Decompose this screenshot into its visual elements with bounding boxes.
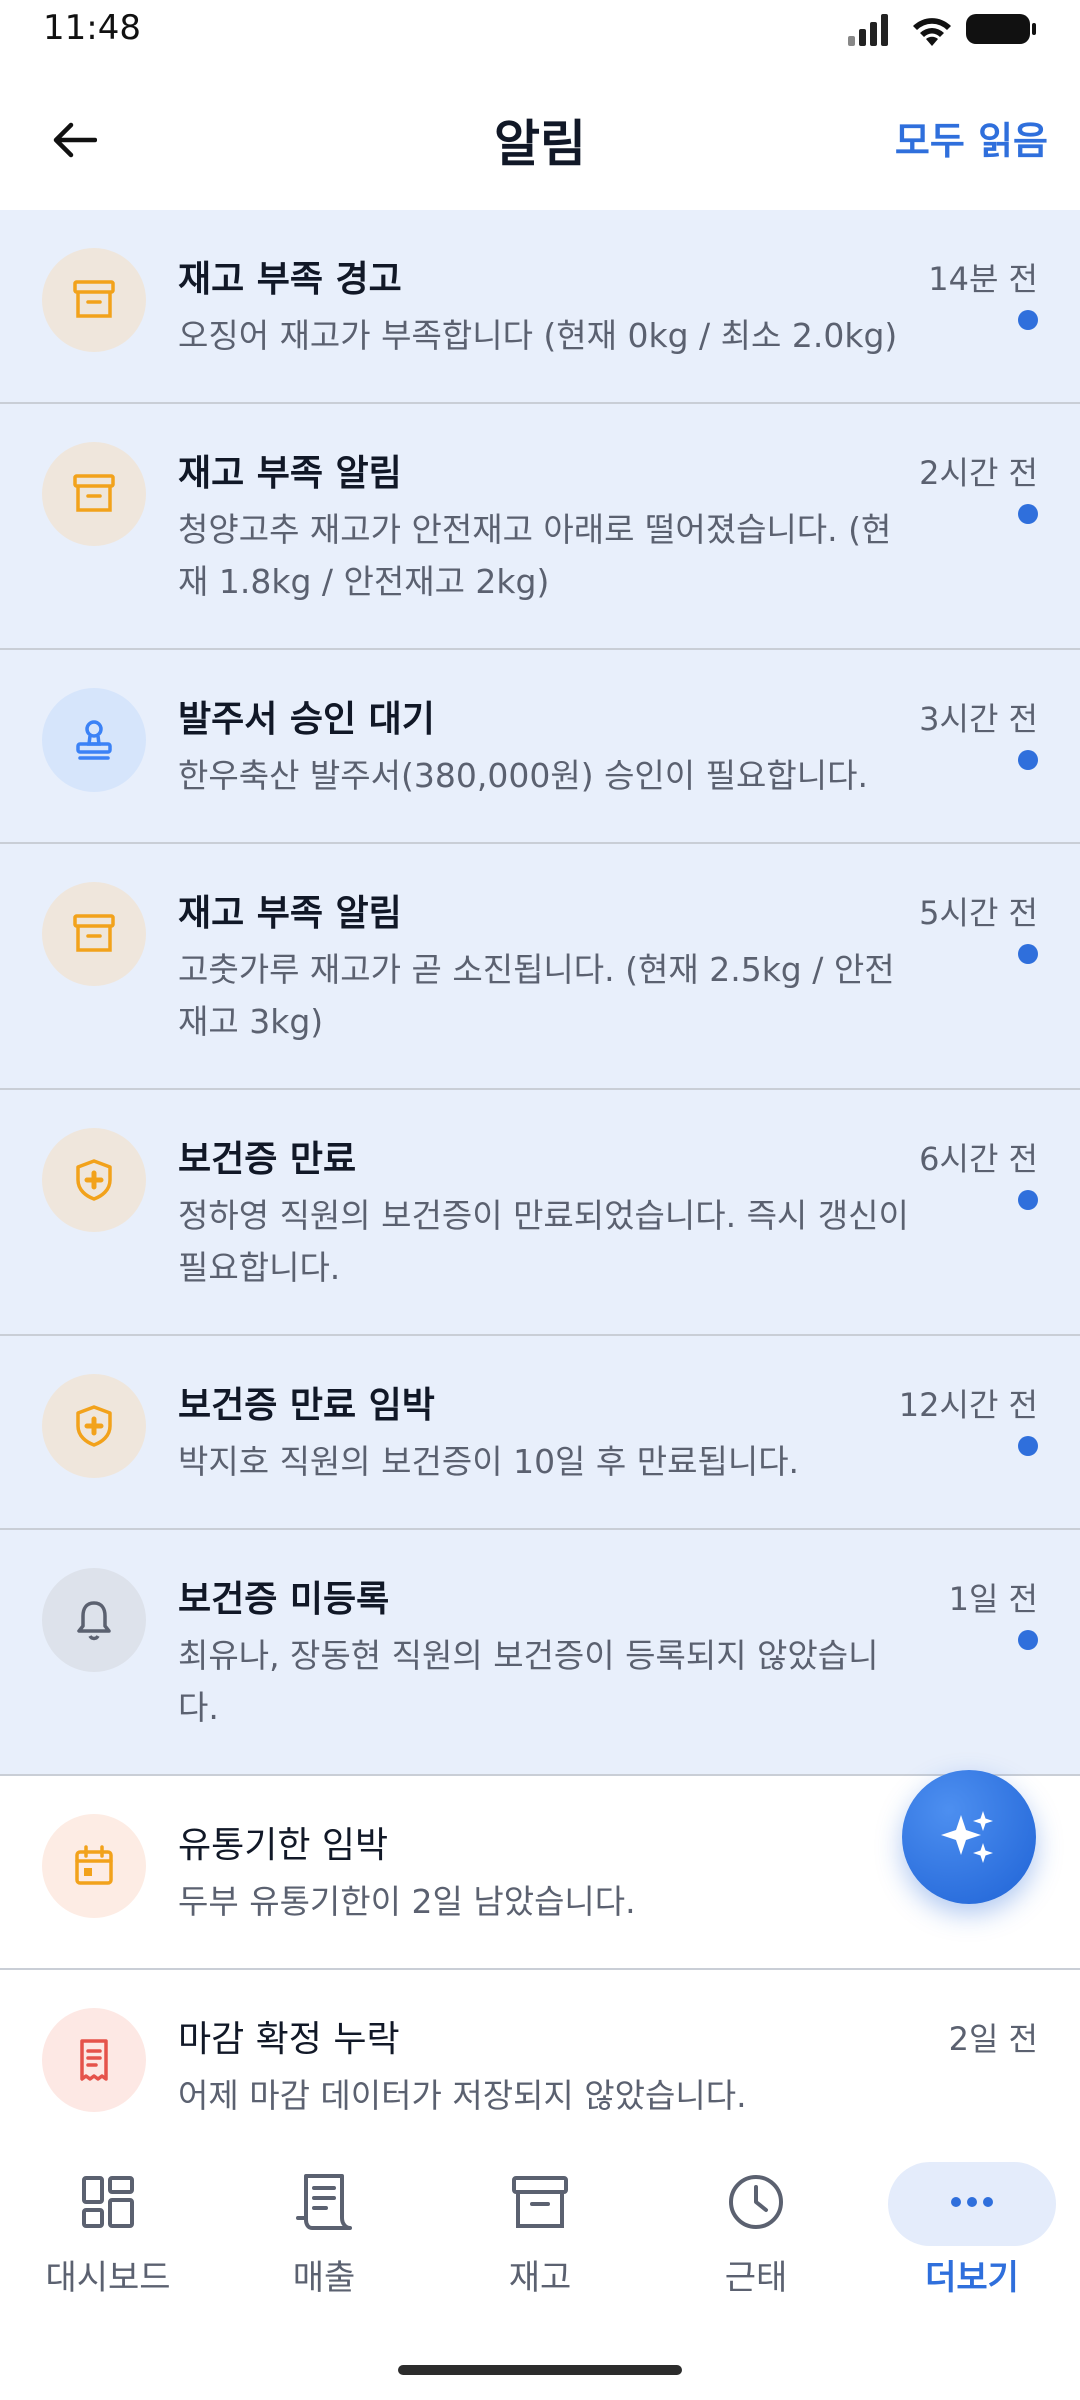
notification-time: 3시간 전 (919, 700, 1038, 738)
notification-item[interactable]: 보건증 미등록 최유나, 장동현 직원의 보건증이 등록되지 않았습니다. 1일… (0, 1530, 1080, 1776)
nav-label: 매출 (292, 2258, 356, 2298)
notification-message: 청양고추 재고가 안전재고 아래로 떨어졌습니다. (현재 1.8kg / 안전… (178, 510, 892, 601)
notification-item[interactable]: 보건증 만료 임박 박지호 직원의 보건증이 10일 후 만료됩니다. 12시간… (0, 1336, 1080, 1530)
nav-label: 대시보드 (45, 2258, 171, 2298)
shield-plus-icon (42, 1374, 146, 1478)
notification-item[interactable]: 발주서 승인 대기 한우축산 발주서(380,000원) 승인이 필요합니다. … (0, 650, 1080, 844)
notification-item[interactable]: 재고 부족 경고 오징어 재고가 부족합니다 (현재 0kg / 최소 2.0k… (0, 210, 1080, 404)
unread-dot (1018, 750, 1038, 770)
wifi-icon (913, 18, 951, 46)
archive-icon (512, 2176, 568, 2228)
notification-time: 1일 전 (948, 1580, 1038, 1618)
notification-message: 최유나, 장동현 직원의 보건증이 등록되지 않았습니다. (178, 1636, 879, 1727)
notification-title: 마감 확정 누락 (178, 2019, 400, 2060)
notification-message: 두부 유통기한이 2일 남았습니다. (178, 1882, 636, 1921)
receipt-icon (296, 2174, 352, 2230)
notification-title: 보건증 만료 임박 (178, 1385, 435, 1426)
notification-time: 5시간 전 (919, 894, 1038, 932)
app-bar: 알림 모두 읽음 (0, 60, 1080, 210)
read-all-button[interactable]: 모두 읽음 (895, 110, 1048, 165)
unread-dot (1018, 504, 1038, 524)
archive-icon (42, 442, 146, 546)
notification-title: 재고 부족 알림 (178, 893, 402, 934)
notification-time: 14분 전 (928, 260, 1038, 298)
status-bar: 11:48 (0, 0, 1080, 60)
notification-item[interactable]: 재고 부족 알림 고춧가루 재고가 곧 소진됩니다. (현재 2.5kg / 안… (0, 844, 1080, 1090)
notification-title: 보건증 만료 (178, 1139, 357, 1180)
notification-time: 2일 전 (948, 2020, 1038, 2058)
notification-time: 6시간 전 (919, 1140, 1038, 1178)
shield-plus-icon (42, 1128, 146, 1232)
status-icons (848, 10, 1038, 50)
archive-icon (42, 248, 146, 352)
notification-title: 보건증 미등록 (178, 1579, 390, 1620)
stamp-icon (42, 688, 146, 792)
clock-icon (729, 2175, 783, 2229)
nav-attendance[interactable]: 근태 (648, 2130, 864, 2330)
nav-label: 더보기 (925, 2258, 1019, 2298)
signal-icon (848, 14, 888, 46)
ai-assistant-button[interactable] (902, 1770, 1036, 1904)
notification-item[interactable]: 보건증 만료 정하영 직원의 보건증이 만료되었습니다. 즉시 갱신이 필요합니… (0, 1090, 1080, 1336)
notification-message: 고춧가루 재고가 곧 소진됩니다. (현재 2.5kg / 안전재고 3kg) (178, 950, 895, 1041)
notification-title: 유통기한 임박 (178, 1825, 389, 1866)
notification-title: 재고 부족 알림 (178, 453, 402, 494)
home-indicator[interactable] (398, 2365, 682, 2375)
notification-title: 발주서 승인 대기 (178, 699, 435, 740)
unread-dot (1018, 944, 1038, 964)
sparkles-icon (941, 1811, 993, 1863)
notification-title: 재고 부족 경고 (178, 259, 402, 300)
notification-message: 오징어 재고가 부족합니다 (현재 0kg / 최소 2.0kg) (178, 316, 898, 355)
unread-dot (1018, 310, 1038, 330)
notification-message: 정하영 직원의 보건증이 만료되었습니다. 즉시 갱신이 필요합니다. (178, 1196, 909, 1287)
calendar-icon (42, 1814, 146, 1918)
nav-label: 근태 (724, 2258, 788, 2298)
nav-inventory[interactable]: 재고 (432, 2130, 648, 2330)
notification-time: 12시간 전 (898, 1386, 1038, 1424)
notification-message: 박지호 직원의 보건증이 10일 후 만료됩니다. (178, 1442, 800, 1481)
notification-item[interactable]: 마감 확정 누락 어제 마감 데이터가 저장되지 않았습니다. 2일 전 (0, 1970, 1080, 2150)
status-time: 11:48 (43, 8, 141, 48)
receipt-icon (42, 2008, 146, 2112)
nav-more[interactable]: 더보기 (864, 2130, 1080, 2330)
battery-icon (966, 14, 1036, 44)
notification-message: 어제 마감 데이터가 저장되지 않았습니다. (178, 2076, 747, 2115)
notification-time: 2시간 전 (919, 454, 1038, 492)
dashboard-icon (82, 2176, 134, 2228)
nav-sales[interactable]: 매출 (216, 2130, 432, 2330)
notification-item[interactable]: 재고 부족 알림 청양고추 재고가 안전재고 아래로 떨어졌습니다. (현재 1… (0, 404, 1080, 650)
nav-dashboard[interactable]: 대시보드 (0, 2130, 216, 2330)
notification-message: 한우축산 발주서(380,000원) 승인이 필요합니다. (178, 756, 868, 795)
more-icon (951, 2197, 993, 2207)
nav-label: 재고 (508, 2258, 572, 2298)
archive-icon (42, 882, 146, 986)
bottom-navigation: 대시보드 매출 재고 근태 더보기 (0, 2130, 1080, 2400)
unread-dot (1018, 1190, 1038, 1210)
unread-dot (1018, 1630, 1038, 1650)
unread-dot (1018, 1436, 1038, 1456)
bell-icon (42, 1568, 146, 1672)
